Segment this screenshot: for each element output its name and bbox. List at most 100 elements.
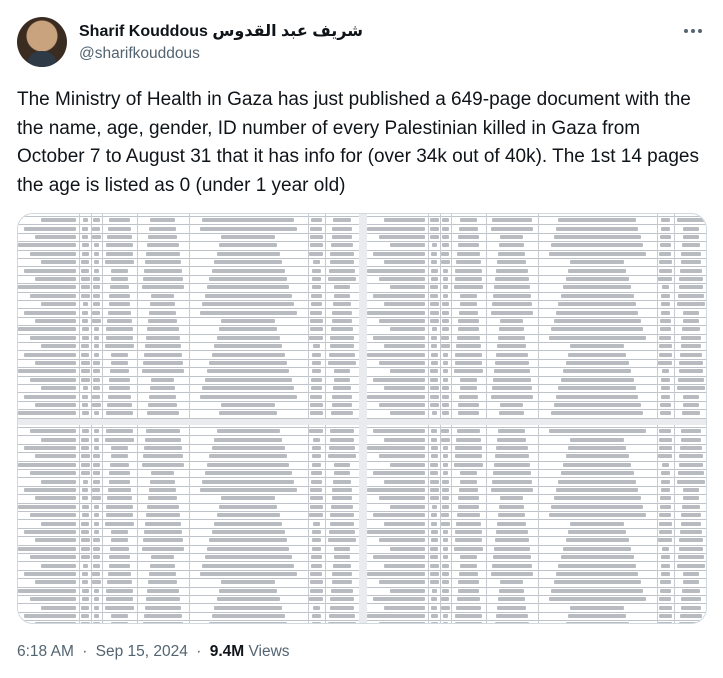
cell-text xyxy=(458,235,479,239)
cell-text xyxy=(221,319,276,323)
cell-text xyxy=(334,369,350,374)
tweet-media-image[interactable] xyxy=(17,213,707,624)
table-column-rule xyxy=(324,214,326,419)
tweet-time[interactable]: 6:18 AM xyxy=(17,643,74,660)
table-column-rule xyxy=(486,214,488,419)
cell-text xyxy=(35,622,76,623)
cell-text xyxy=(429,496,440,501)
cell-text xyxy=(93,622,100,623)
cell-text xyxy=(661,546,670,551)
cell-text xyxy=(442,302,449,307)
cell-text xyxy=(105,429,134,434)
cell-text xyxy=(442,572,449,576)
author-display-name[interactable]: Sharif Kouddous شريف عبد القدوس xyxy=(79,21,363,41)
cell-text xyxy=(144,614,182,618)
cell-text xyxy=(144,268,182,273)
cell-text xyxy=(202,479,295,484)
cell-text xyxy=(431,429,438,434)
cell-text xyxy=(563,546,632,551)
cell-text xyxy=(679,361,703,365)
cell-text xyxy=(93,513,99,518)
cell-text xyxy=(677,218,705,223)
cell-text xyxy=(680,605,702,610)
cell-text xyxy=(148,319,178,323)
cell-text xyxy=(93,277,100,281)
cell-text xyxy=(441,235,449,239)
cell-text xyxy=(81,429,89,434)
cell-text xyxy=(367,310,425,315)
cell-text xyxy=(144,530,182,534)
cell-text xyxy=(105,597,134,602)
cell-text xyxy=(548,429,646,434)
cell-text xyxy=(311,538,321,543)
cell-text xyxy=(560,377,634,382)
cell-text xyxy=(430,614,438,618)
cell-text xyxy=(372,377,425,382)
cell-text xyxy=(679,622,703,623)
cell-text xyxy=(312,521,321,526)
cell-text xyxy=(560,471,634,476)
cell-text xyxy=(29,597,76,602)
cell-text xyxy=(658,277,673,281)
avatar[interactable] xyxy=(17,17,67,67)
table-column-rule xyxy=(428,214,430,419)
cell-text xyxy=(23,268,76,273)
cell-text xyxy=(209,454,287,459)
cell-text xyxy=(311,462,322,467)
cell-text xyxy=(312,605,321,610)
cell-text xyxy=(431,335,438,340)
cell-text xyxy=(681,429,701,434)
cell-text xyxy=(429,488,439,492)
cell-text xyxy=(23,394,76,399)
more-horizontal-icon[interactable] xyxy=(681,19,705,43)
cell-text xyxy=(332,572,352,576)
cell-text xyxy=(441,504,450,509)
cell-text xyxy=(567,352,627,357)
cell-text xyxy=(548,597,646,602)
cell-text xyxy=(429,394,439,399)
cell-text xyxy=(367,572,425,576)
cell-text xyxy=(82,496,89,501)
cell-text xyxy=(681,411,700,416)
table-column-rule xyxy=(440,214,442,419)
cell-text xyxy=(456,251,481,256)
cell-text xyxy=(658,446,672,450)
cell-text xyxy=(330,504,354,509)
cell-text xyxy=(93,429,99,434)
cell-text xyxy=(106,243,133,248)
cell-text xyxy=(442,277,448,281)
cell-text xyxy=(384,521,425,526)
cell-text xyxy=(221,403,276,407)
cell-text xyxy=(493,555,531,560)
cell-text xyxy=(548,513,646,518)
cell-text xyxy=(218,411,278,416)
cell-text xyxy=(23,352,76,357)
cell-text xyxy=(442,285,449,290)
cell-text xyxy=(81,268,90,273)
cell-text xyxy=(105,251,134,256)
cell-text xyxy=(151,471,175,476)
cell-text xyxy=(551,588,644,593)
cell-text xyxy=(148,496,178,501)
cell-text xyxy=(330,251,354,256)
cell-text xyxy=(659,411,671,416)
cell-text xyxy=(148,235,178,239)
cell-text xyxy=(146,513,180,518)
cell-text xyxy=(492,563,532,568)
cell-text xyxy=(441,319,449,323)
table-column-rule xyxy=(537,214,539,419)
table-column-rule xyxy=(188,214,190,419)
cell-text xyxy=(332,394,352,399)
table-column-rule xyxy=(137,214,139,419)
cell-text xyxy=(93,437,100,442)
cell-text xyxy=(677,302,705,307)
cell-text xyxy=(328,446,356,450)
cell-text xyxy=(378,580,425,585)
cell-text xyxy=(442,361,448,365)
tweet-date[interactable]: Sep 15, 2024 xyxy=(96,643,188,660)
cell-text xyxy=(18,285,76,290)
cell-text xyxy=(555,488,639,492)
cell-text xyxy=(659,437,672,442)
cell-text xyxy=(456,605,481,610)
author-handle[interactable]: @sharifkouddous xyxy=(79,45,200,63)
